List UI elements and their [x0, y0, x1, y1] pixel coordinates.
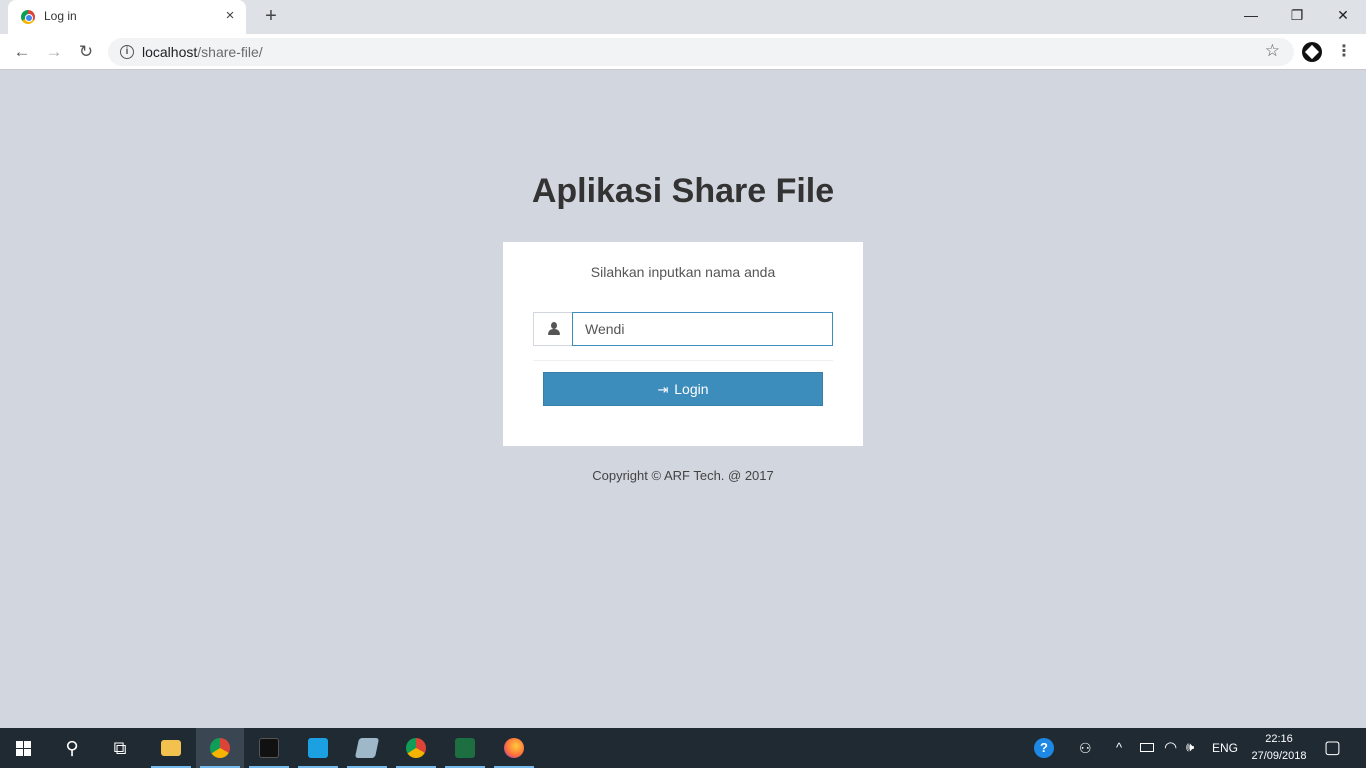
network-icon[interactable]: ◠ [1164, 738, 1177, 756]
close-window-button[interactable]: ✕ [1320, 0, 1366, 30]
reload-button[interactable]: ↻ [74, 40, 98, 64]
windows-logo-icon [16, 741, 32, 757]
people-icon[interactable]: ⚇ [1079, 740, 1092, 757]
start-button[interactable] [0, 728, 48, 768]
taskbar-firefox[interactable] [490, 728, 538, 768]
notification-icon[interactable]: ▢ [1324, 737, 1341, 758]
new-tab-button[interactable]: + [260, 5, 282, 27]
browser-tabstrip: Log in × + — ❐ ✕ [0, 0, 1366, 34]
taskbar-chrome-app[interactable] [392, 728, 440, 768]
notes-icon [354, 738, 380, 758]
url-host: localhost [142, 44, 198, 60]
copyright-text: Copyright © ARF Tech. @ 2017 [592, 468, 774, 483]
sign-in-icon: ⇥ [657, 382, 669, 397]
minimize-button[interactable]: — [1228, 0, 1274, 30]
page-title: Aplikasi Share File [531, 172, 835, 210]
extension-icon[interactable] [1302, 42, 1322, 62]
forward-button[interactable]: → [42, 40, 66, 64]
folder-icon [161, 740, 181, 756]
browser-tab[interactable]: Log in × [8, 0, 246, 34]
chrome-icon [210, 738, 230, 758]
tab-close-icon[interactable]: × [222, 7, 238, 25]
maximize-button[interactable]: ❐ [1274, 0, 1320, 30]
taskbar-excel[interactable] [441, 728, 489, 768]
user-icon [547, 322, 561, 336]
login-button-label: Login [674, 381, 709, 397]
language-indicator[interactable]: ENG [1212, 741, 1238, 755]
back-button[interactable]: ← [10, 40, 34, 64]
search-icon: ⚲ [65, 738, 79, 758]
login-button[interactable]: ⇥ Login [543, 372, 823, 406]
clock-date: 27/09/2018 [1251, 750, 1307, 762]
input-addon [533, 312, 573, 346]
volume-icon[interactable]: 🕪 [1186, 739, 1194, 755]
app-o-icon [259, 738, 279, 758]
tab-title: Log in [44, 9, 77, 23]
taskbar-file-explorer[interactable] [147, 728, 195, 768]
divider [533, 360, 833, 361]
clock-time: 22:16 [1265, 733, 1293, 745]
login-box: Silahkan inputkan nama anda ⇥ Login [503, 242, 863, 446]
info-icon[interactable]: i [120, 45, 134, 59]
taskbar-app-blue[interactable] [294, 728, 342, 768]
login-message: Silahkan inputkan nama anda [590, 264, 776, 280]
url-text[interactable]: localhost/share-file/ [142, 44, 263, 60]
clock[interactable]: 22:16 27/09/2018 [1244, 731, 1314, 765]
address-bar[interactable]: i localhost/share-file/ ☆ [108, 38, 1294, 66]
firefox-icon [504, 738, 524, 758]
chrome-favicon-icon [21, 10, 35, 24]
taskbar: ⚲ ⧉ ? ⚇ ^ ◠ 🕪 ENG 22:16 27/09/2018 ▢ [0, 728, 1366, 768]
taskbar-chrome[interactable] [196, 728, 244, 768]
app-blue-icon [308, 738, 328, 758]
name-input[interactable] [572, 312, 833, 346]
show-hidden-icons-icon[interactable]: ^ [1116, 740, 1122, 755]
battery-icon[interactable] [1140, 743, 1154, 752]
taskbar-app-o[interactable] [245, 728, 293, 768]
chrome-app-icon [406, 738, 426, 758]
search-button[interactable]: ⚲ [48, 728, 96, 768]
task-view-icon: ⧉ [113, 738, 127, 758]
browser-toolbar: ← → ↻ i localhost/share-file/ ☆ ⋮ [0, 34, 1366, 70]
browser-menu-icon[interactable]: ⋮ [1336, 40, 1352, 64]
task-view-button[interactable]: ⧉ [96, 728, 144, 768]
help-icon[interactable]: ? [1034, 738, 1054, 758]
excel-icon [455, 738, 475, 758]
taskbar-app-notes[interactable] [343, 728, 391, 768]
url-path: /share-file/ [197, 44, 263, 60]
bookmark-star-icon[interactable]: ☆ [1265, 41, 1280, 61]
